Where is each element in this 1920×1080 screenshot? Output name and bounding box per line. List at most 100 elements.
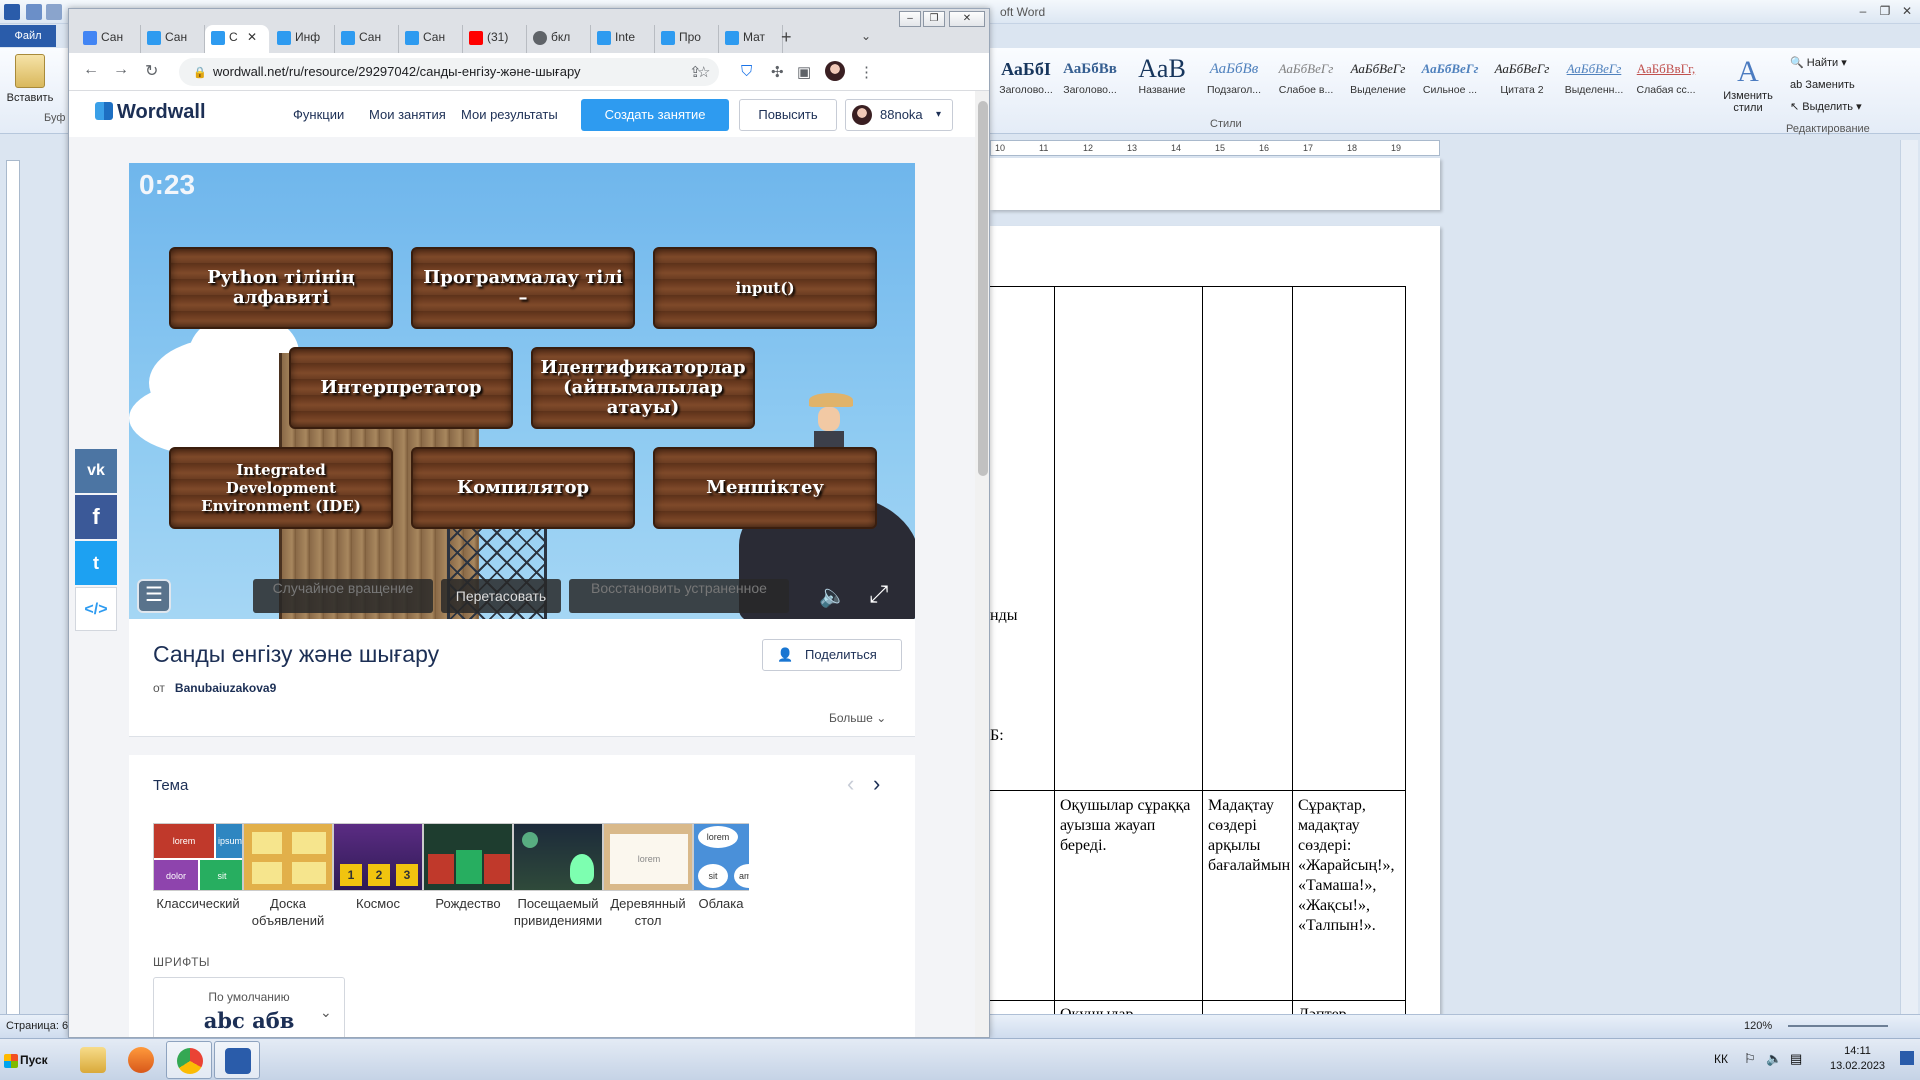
style-tile[interactable]: АаБбВеГг Выделение [1342, 54, 1414, 104]
volume-icon[interactable]: 🔈 [1766, 1051, 1782, 1067]
nav-features[interactable]: Функции [293, 107, 344, 122]
browser-tab-active[interactable]: С ✕ [205, 25, 269, 53]
browser-tab[interactable]: Сан [77, 25, 141, 53]
theme-christmas[interactable]: Рождество [423, 823, 513, 912]
style-tile[interactable]: АаБбВеГг Выделенн... [1558, 54, 1630, 104]
show-desktop-icon[interactable] [1900, 1051, 1914, 1065]
style-tile[interactable]: АаБбВв Заголово... [1054, 54, 1126, 104]
taskbar-media-player[interactable] [118, 1041, 164, 1079]
system-clock[interactable]: 14:11 13.02.2023 [1830, 1044, 1885, 1074]
share-button[interactable]: 👤 Поделиться [762, 639, 902, 671]
select-button[interactable]: ↖ Выделить ▾ [1786, 96, 1916, 118]
lock-icon[interactable]: 🔒 [193, 66, 207, 79]
theme-wooden-desk[interactable]: lorem Деревянный стол [603, 823, 693, 929]
style-tile[interactable]: АаБбВеГг Слабое в... [1270, 54, 1342, 104]
new-tab-icon[interactable]: + [781, 27, 792, 48]
taskbar-chrome[interactable] [166, 1041, 212, 1079]
sound-icon[interactable]: 🔈 [819, 583, 846, 609]
replace-button[interactable]: ab Заменить [1786, 74, 1916, 96]
close-tab-icon[interactable]: ✕ [247, 30, 257, 44]
style-tile[interactable]: АаБбВв Подзагол... [1198, 54, 1270, 104]
word-close-button[interactable]: ✕ [1896, 3, 1918, 19]
zoom-level[interactable]: 120% [1744, 1020, 1772, 1032]
find-button[interactable]: 🔍 Найти ▾ [1786, 52, 1916, 74]
start-button[interactable]: Пуск [2, 1044, 54, 1076]
random-spin-button[interactable]: Случайное вращение [253, 579, 433, 613]
taskbar-word[interactable] [214, 1041, 260, 1079]
save-icon[interactable] [26, 4, 42, 20]
scrollbar-thumb[interactable] [978, 101, 988, 476]
taskbar-explorer[interactable] [70, 1041, 116, 1079]
browser-minimize-button[interactable]: – [899, 11, 921, 27]
facebook-share-button[interactable]: f [75, 495, 117, 539]
answer-plank[interactable]: Программалау тілі – [411, 247, 635, 329]
language-indicator[interactable]: КК [1714, 1052, 1728, 1066]
twitter-share-button[interactable]: t [75, 541, 117, 585]
answer-plank[interactable]: Интерпретатор [289, 347, 513, 429]
answer-plank[interactable]: Python тілінің алфавиті [169, 247, 393, 329]
back-icon[interactable]: ← [83, 61, 99, 79]
vertical-ruler[interactable] [6, 160, 20, 1020]
browser-tab[interactable]: Сан [399, 25, 463, 53]
chevron-right-icon[interactable]: › [873, 771, 880, 797]
restore-button[interactable]: Восстановить устраненное [569, 579, 789, 613]
chevron-left-icon[interactable]: ‹ [847, 771, 854, 797]
wordwall-logo[interactable]: Wordwall [95, 101, 206, 124]
word-maximize-button[interactable]: ❐ [1874, 3, 1896, 19]
shuffle-button[interactable]: Перетасовать [441, 579, 561, 613]
change-styles-button[interactable]: A Изменить стили [1718, 54, 1778, 114]
word-page[interactable]: нды Б: Оқушылар сұраққа ауызша жауап бер… [990, 226, 1440, 1036]
horizontal-ruler[interactable]: 10 11 12 13 14 15 16 17 18 19 [990, 140, 1440, 156]
theme-clouds[interactable]: lorem sit amet Облака [693, 823, 749, 912]
theme-classic[interactable]: lorem ipsum dolor sit Классический [153, 823, 243, 912]
action-center-flag-icon[interactable]: ⚐ [1744, 1051, 1756, 1067]
theme-space[interactable]: 1 2 3 Космос [333, 823, 423, 912]
style-tile[interactable]: АаБбВвГг, Слабая сс... [1630, 54, 1702, 104]
browser-menu-icon[interactable]: ⋮ [859, 63, 874, 81]
font-select[interactable]: По умолчанию abc абв ⌄ [153, 977, 345, 1037]
more-dropdown[interactable]: Больше ⌄ [829, 711, 886, 725]
answer-plank[interactable]: Меншіктеу [653, 447, 877, 529]
answer-plank[interactable]: Идентификаторлар (айнымалылар атауы) [531, 347, 755, 429]
style-tile[interactable]: АаБбВеГг Сильное ... [1414, 54, 1486, 104]
user-menu-button[interactable]: 88noka ▾ [845, 99, 953, 131]
answer-plank[interactable]: Компилятор [411, 447, 635, 529]
side-panel-icon[interactable]: ▣ [797, 63, 811, 81]
style-tile[interactable]: АаБбВеГг Цитата 2 [1486, 54, 1558, 104]
create-activity-button[interactable]: Создать занятие [581, 99, 729, 131]
theme-noticeboard[interactable]: Доска объявлений [243, 823, 333, 929]
word-vertical-scrollbar[interactable] [1900, 140, 1918, 1020]
author-link[interactable]: Banubaiuzakova9 [175, 681, 276, 695]
browser-maximize-button[interactable]: ❐ [923, 11, 945, 27]
game-menu-button[interactable]: ☰ [137, 579, 171, 613]
address-bar[interactable]: wordwall.net/ru/resource/29297042/санды-… [179, 58, 719, 86]
embed-button[interactable]: </> [75, 587, 117, 631]
theme-haunted[interactable]: Посещаемый привидениями [513, 823, 603, 929]
network-icon[interactable]: ▤ [1790, 1051, 1802, 1067]
nav-my-activities[interactable]: Мои занятия [369, 107, 446, 122]
paste-button[interactable]: Вставить Буф [4, 52, 65, 130]
vk-share-button[interactable]: vk [75, 449, 117, 493]
word-file-tab[interactable]: Файл [0, 25, 56, 47]
browser-tab[interactable]: Inte [591, 25, 655, 53]
browser-tab[interactable]: Про [655, 25, 719, 53]
extensions-puzzle-icon[interactable]: ✣ [771, 63, 784, 81]
fullscreen-icon[interactable]: ⤢ [869, 581, 888, 609]
browser-tab[interactable]: бкл [527, 25, 591, 53]
bookmark-star-icon[interactable]: ☆ [697, 63, 710, 81]
word-minimize-button[interactable]: – [1852, 3, 1874, 19]
browser-tab[interactable]: Инф [271, 25, 335, 53]
browser-tab[interactable]: (31) [463, 25, 527, 53]
tab-search-chevron-icon[interactable]: ⌄ [861, 29, 871, 43]
upgrade-button[interactable]: Повысить [739, 99, 837, 131]
style-tile[interactable]: AaB Название [1126, 54, 1198, 104]
profile-avatar-icon[interactable] [825, 61, 845, 81]
extension-shield-icon[interactable]: ⛉ [741, 63, 752, 80]
page-indicator[interactable]: Страница: 6 [6, 1020, 68, 1032]
browser-tab[interactable]: Сан [335, 25, 399, 53]
browser-close-button[interactable]: ✕ [949, 11, 985, 27]
browser-scrollbar[interactable] [975, 91, 989, 1037]
zoom-slider[interactable] [1788, 1025, 1888, 1027]
browser-tab[interactable]: Мат [719, 25, 783, 53]
game-area[interactable]: 0:23 Python тілінің алфавиті Программала… [129, 163, 915, 619]
